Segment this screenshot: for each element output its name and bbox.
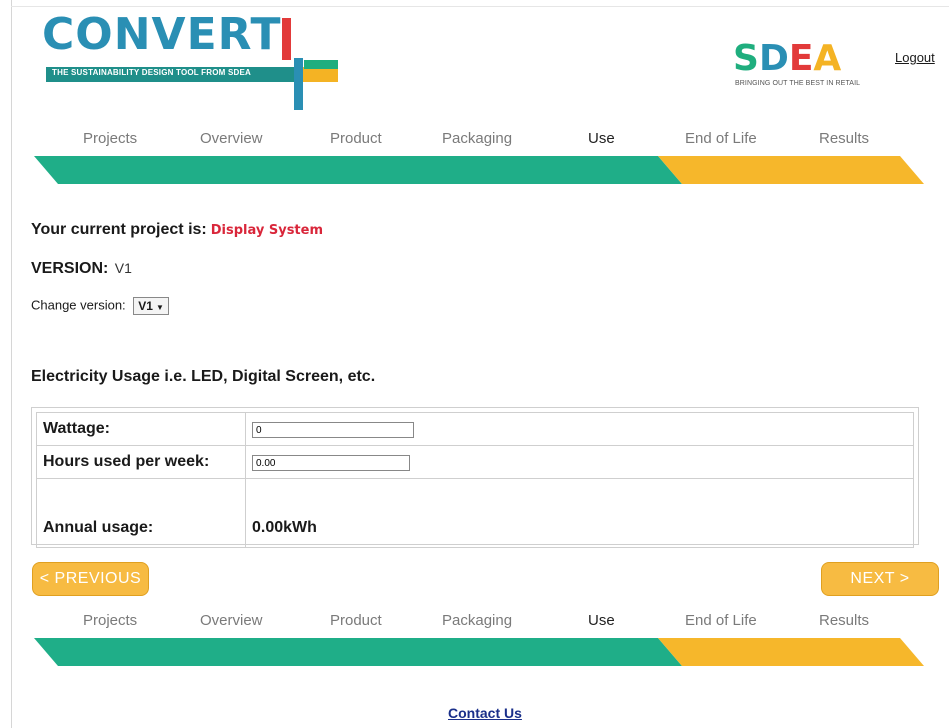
progress-remaining <box>658 156 924 184</box>
logout-link[interactable]: Logout <box>895 50 935 65</box>
progress-bar-top <box>34 156 924 184</box>
progress-bar-bottom <box>34 638 924 666</box>
nav-item-product[interactable]: Product <box>330 130 382 147</box>
progress-completed <box>34 156 682 184</box>
version-info: VERSION: V1 <box>31 260 132 278</box>
annual-usage-value: 0.00kWh <box>245 478 914 548</box>
contact-us-link[interactable]: Contact Us <box>448 705 522 721</box>
logo-text: CONVERT <box>42 9 282 60</box>
current-project-label: Your current project is: <box>31 221 207 238</box>
sdea-logo: SDEA BRINGING OUT THE BEST IN RETAIL <box>733 38 861 90</box>
logo-green-bar <box>304 60 338 69</box>
version-value: V1 <box>114 260 132 276</box>
nav-item-packaging[interactable]: Packaging <box>442 130 512 147</box>
hours-label: Hours used per week: <box>36 445 246 479</box>
nav-item-results[interactable]: Results <box>819 612 869 629</box>
nav-item-end-of-life[interactable]: End of Life <box>685 612 757 629</box>
nav-item-end-of-life[interactable]: End of Life <box>685 130 757 147</box>
hours-cell <box>245 445 914 479</box>
convert-logo: CONVERT THE SUSTAINABILITY DESIGN TOOL F… <box>42 12 342 112</box>
chevron-down-icon: ▼ <box>155 303 164 312</box>
page-border-left <box>11 0 12 728</box>
nav-item-results[interactable]: Results <box>819 130 869 147</box>
version-select-value: V1 <box>138 299 153 313</box>
page-border-top <box>11 6 949 7</box>
change-version-label: Change version: <box>31 297 126 313</box>
nav-item-projects[interactable]: Projects <box>83 130 137 147</box>
electricity-table: Wattage: Hours used per week: Annual usa… <box>31 407 919 548</box>
next-button[interactable]: NEXT > <box>821 562 939 596</box>
step-nav-bottom: Projects Overview Product Packaging Use … <box>34 612 924 632</box>
nav-item-product[interactable]: Product <box>330 612 382 629</box>
project-name: Display System <box>210 223 324 238</box>
table-row-hours: Hours used per week: <box>36 445 914 479</box>
progress-completed <box>34 638 682 666</box>
wattage-label: Wattage: <box>36 412 246 446</box>
table-row-wattage: Wattage: <box>36 412 914 446</box>
nav-item-use[interactable]: Use <box>588 612 615 629</box>
sdea-tagline: BRINGING OUT THE BEST IN RETAIL <box>735 80 861 87</box>
annual-usage-label: Annual usage: <box>36 478 246 548</box>
nav-item-overview[interactable]: Overview <box>200 130 263 147</box>
step-nav-top: Projects Overview Product Packaging Use … <box>34 130 924 150</box>
table-row-annual: Annual usage: 0.00kWh <box>36 478 914 548</box>
wattage-input[interactable] <box>252 422 414 439</box>
nav-item-overview[interactable]: Overview <box>200 612 263 629</box>
wattage-cell <box>245 412 914 446</box>
logo-red-bar <box>282 18 291 60</box>
logo-blue-bar <box>294 58 303 110</box>
change-version: Change version: V1 ▼ <box>31 297 169 315</box>
previous-button[interactable]: < PREVIOUS <box>32 562 149 596</box>
progress-remaining <box>658 638 924 666</box>
electricity-section-title: Electricity Usage i.e. LED, Digital Scre… <box>31 368 376 385</box>
version-label: VERSION: <box>31 260 109 277</box>
nav-item-use[interactable]: Use <box>588 130 615 147</box>
version-select[interactable]: V1 ▼ <box>133 297 169 315</box>
nav-item-projects[interactable]: Projects <box>83 612 137 629</box>
logo-tagline: THE SUSTAINABILITY DESIGN TOOL FROM SDEA <box>52 68 251 77</box>
sdea-logo-letters: SDEA <box>733 38 842 79</box>
hours-input[interactable] <box>252 455 410 472</box>
current-project: Your current project is: Display System <box>31 221 323 239</box>
nav-item-packaging[interactable]: Packaging <box>442 612 512 629</box>
